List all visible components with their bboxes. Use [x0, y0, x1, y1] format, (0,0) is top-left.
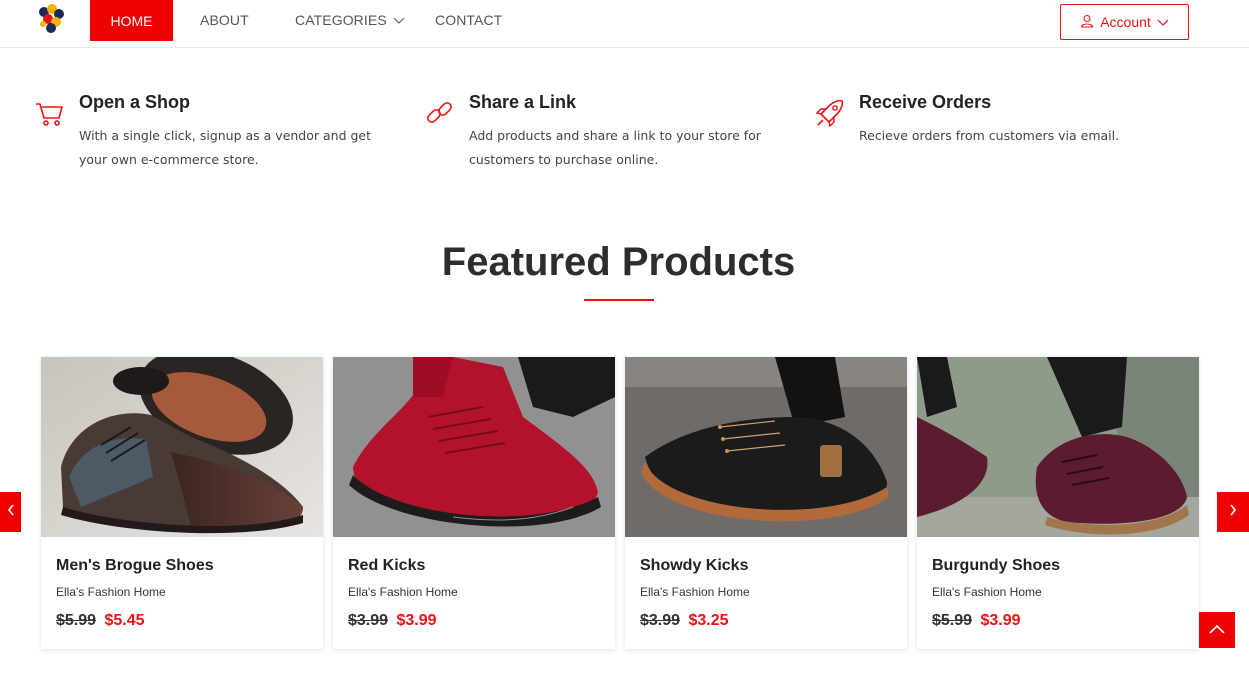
- title-underline: [584, 299, 654, 301]
- product-prices: $3.99 $3.99: [348, 612, 437, 630]
- feature-title: Share a Link: [469, 92, 577, 112]
- carousel-next-button[interactable]: [1217, 492, 1249, 532]
- carousel-prev-button[interactable]: [0, 492, 21, 532]
- product-name[interactable]: Showdy Kicks: [640, 557, 748, 575]
- featured-products-title: Featured Products: [441, 240, 796, 284]
- chevron-left-icon: [7, 503, 15, 521]
- account-button[interactable]: Account: [1060, 4, 1189, 40]
- old-price: $5.99: [56, 612, 97, 629]
- product-vendor[interactable]: Ella's Fashion Home: [932, 585, 1042, 599]
- feature-text: With a single click, signup as a vendor …: [79, 128, 372, 167]
- product-name[interactable]: Red Kicks: [348, 557, 425, 575]
- user-icon: [1080, 14, 1094, 31]
- site-header: HOME ABOUT CATEGORIES CONTACT Account: [0, 0, 1249, 48]
- nav-home[interactable]: HOME: [90, 0, 173, 41]
- nav-about[interactable]: ABOUT: [200, 12, 249, 28]
- chevron-down-icon: [393, 12, 405, 28]
- current-price: $5.45: [104, 612, 145, 629]
- product-image[interactable]: [41, 357, 323, 537]
- current-price: $3.25: [688, 612, 729, 629]
- feature-text: Add products and share a link to your st…: [469, 128, 761, 167]
- product-card[interactable]: Red Kicks Ella's Fashion Home $3.99 $3.9…: [333, 357, 615, 649]
- cart-icon: [35, 98, 65, 128]
- old-price: $3.99: [640, 612, 681, 629]
- product-vendor[interactable]: Ella's Fashion Home: [348, 585, 458, 599]
- rocket-icon: [815, 98, 845, 128]
- current-price: $3.99: [980, 612, 1021, 629]
- scroll-to-top-button[interactable]: [1199, 612, 1235, 648]
- product-name[interactable]: Men's Brogue Shoes: [56, 557, 214, 575]
- product-vendor[interactable]: Ella's Fashion Home: [640, 585, 750, 599]
- link-icon: [425, 98, 455, 128]
- product-image[interactable]: [917, 357, 1199, 537]
- chevron-up-icon: [1209, 621, 1225, 639]
- chevron-right-icon: [1229, 503, 1237, 521]
- product-vendor[interactable]: Ella's Fashion Home: [56, 585, 166, 599]
- product-prices: $3.99 $3.25: [640, 612, 729, 630]
- feature-title: Open a Shop: [79, 92, 191, 112]
- account-label: Account: [1100, 14, 1151, 30]
- feature-text: Recieve orders from customers via email.: [859, 128, 1120, 143]
- product-card[interactable]: Showdy Kicks Ella's Fashion Home $3.99 $…: [625, 357, 907, 649]
- old-price: $5.99: [932, 612, 973, 629]
- old-price: $3.99: [348, 612, 389, 629]
- nav-categories-label: CATEGORIES: [295, 12, 387, 28]
- product-prices: $5.99 $3.99: [932, 612, 1021, 630]
- product-card[interactable]: Burgundy Shoes Ella's Fashion Home $5.99…: [917, 357, 1199, 649]
- current-price: $3.99: [396, 612, 437, 629]
- nav-categories[interactable]: CATEGORIES: [295, 12, 405, 28]
- feature-title: Receive Orders: [859, 92, 992, 112]
- nav-contact[interactable]: CONTACT: [435, 12, 502, 28]
- product-image[interactable]: [333, 357, 615, 537]
- site-logo[interactable]: [35, 2, 69, 36]
- product-image[interactable]: [625, 357, 907, 537]
- product-prices: $5.99 $5.45: [56, 612, 145, 630]
- product-name[interactable]: Burgundy Shoes: [932, 557, 1060, 575]
- chevron-down-icon: [1157, 14, 1169, 30]
- product-card[interactable]: Men's Brogue Shoes Ella's Fashion Home $…: [41, 357, 323, 649]
